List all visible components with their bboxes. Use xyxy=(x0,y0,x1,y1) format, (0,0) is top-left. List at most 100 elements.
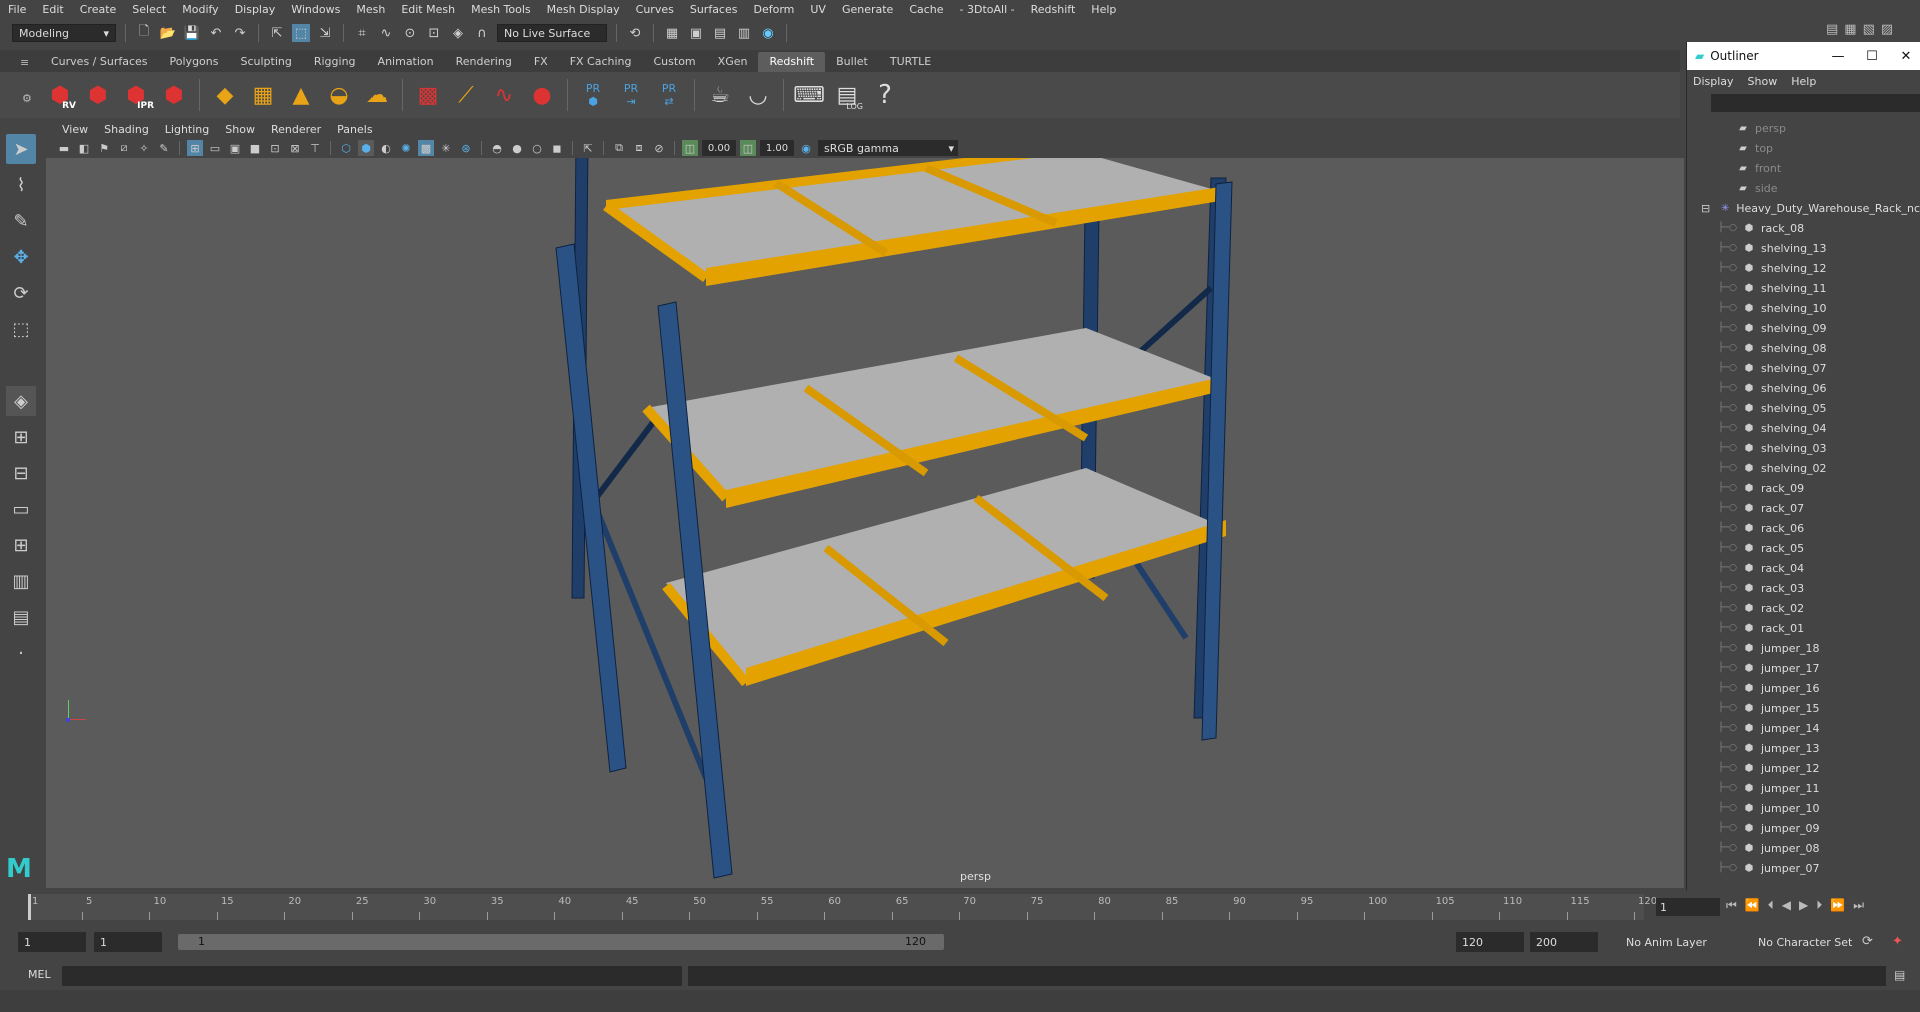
outliner-menu-item[interactable]: Show xyxy=(1748,75,1778,88)
outliner-mesh-row[interactable]: ├─○ ⬢ rack_01 xyxy=(1687,618,1920,638)
log-icon[interactable]: ▤ LOG xyxy=(831,79,863,112)
maximize-icon[interactable]: ☐ xyxy=(1858,49,1886,64)
shelf-tab[interactable]: Custom xyxy=(643,52,707,72)
motion-blur-icon[interactable]: ◓ xyxy=(489,140,505,156)
workspace-icon[interactable]: ▤ xyxy=(1826,22,1838,37)
undo-icon[interactable]: ↶ xyxy=(207,24,225,42)
outliner-mesh-row[interactable]: ├─○ ⬢ rack_04 xyxy=(1687,558,1920,578)
time-slider[interactable]: 1 5 10 15 20 25 30 35 40 45 50 55 60 65 70 75 80 85 90 95 10… xyxy=(0,890,1920,924)
modeling-toolkit-icon[interactable]: ▦ xyxy=(1844,22,1856,37)
multisample-icon[interactable]: ● xyxy=(509,140,525,156)
new-scene-icon[interactable]: 🗋 xyxy=(135,24,153,42)
menu-item[interactable]: Deform xyxy=(745,0,802,20)
outliner-mesh-row[interactable]: ├─○ ⬢ jumper_18 xyxy=(1687,638,1920,658)
field-chart-icon[interactable]: ⊡ xyxy=(267,140,283,156)
menu-item[interactable]: Mesh xyxy=(348,0,393,20)
paint-select-icon[interactable]: ✎ xyxy=(6,206,36,236)
outliner-mesh-row[interactable]: ├─○ ⬢ jumper_16 xyxy=(1687,678,1920,698)
screen-space-ao-icon[interactable]: ⊛ xyxy=(458,140,474,156)
backface-culling-icon[interactable]: ⧈ xyxy=(631,140,647,156)
shelf-tab[interactable]: Sculpting xyxy=(229,52,302,72)
wireframe-icon[interactable]: ⬡ xyxy=(338,140,354,156)
select-object-icon[interactable]: ⬚ xyxy=(292,24,310,42)
outliner-mesh-row[interactable]: ├─○ ⬢ shelving_10 xyxy=(1687,298,1920,318)
outliner-mesh-row[interactable]: ├─○ ⬢ shelving_05 xyxy=(1687,398,1920,418)
outliner-mesh-row[interactable]: ├─○ ⬢ shelving_13 xyxy=(1687,238,1920,258)
render-view-icon[interactable]: ▥ xyxy=(735,24,753,42)
menu-item[interactable]: Surfaces xyxy=(682,0,746,20)
outliner-mesh-row[interactable]: ├─○ ⬢ rack_07 xyxy=(1687,498,1920,518)
perspective-viewport[interactable]: persp xyxy=(46,158,1684,888)
smooth-shade-icon[interactable]: ⬢ xyxy=(358,140,374,156)
shelf-tab[interactable]: FX xyxy=(523,52,559,72)
wireframe-on-shaded-icon[interactable]: ◐ xyxy=(378,140,394,156)
custom-layout-icon[interactable]: ▤ xyxy=(6,602,36,632)
redshift-settings-icon[interactable]: ⬢ xyxy=(158,79,190,111)
workspace-dropdown[interactable]: Modeling ▾ xyxy=(12,24,116,42)
outliner-mesh-row[interactable]: ├─○ ⬢ shelving_06 xyxy=(1687,378,1920,398)
camera-tools-icon[interactable]: ◧ xyxy=(76,140,92,156)
outliner-menu-item[interactable]: Help xyxy=(1791,75,1816,88)
render-frame-icon[interactable]: ▣ xyxy=(687,24,705,42)
current-frame-field[interactable]: 1 xyxy=(1656,898,1720,916)
step-back-frame-icon[interactable]: ⏴ xyxy=(1768,898,1774,913)
auto-key-icon[interactable]: ⟳ xyxy=(1862,934,1873,949)
grease-pencil-icon[interactable]: ✎ xyxy=(156,140,172,156)
panel-menu-item[interactable]: Renderer xyxy=(263,123,329,136)
pr-export-icon[interactable]: PR ⬢ xyxy=(577,79,609,111)
redshift-render-view-icon[interactable]: ⬢ RV xyxy=(44,79,76,112)
menu-item[interactable]: Redshift xyxy=(1023,0,1084,20)
area-light-icon[interactable]: ◆ xyxy=(209,79,241,111)
depth-of-field-icon[interactable]: ○ xyxy=(529,140,545,156)
single-view-icon[interactable]: ◈ xyxy=(6,386,36,416)
pr-convert-icon[interactable]: PR ⇄ xyxy=(653,79,685,111)
bookmark-icon[interactable]: ⚑ xyxy=(96,140,112,156)
outliner-camera-row[interactable]: ▰ front xyxy=(1687,158,1920,178)
panel-menu-item[interactable]: View xyxy=(54,123,96,136)
resolution-gate-icon[interactable]: ▣ xyxy=(227,140,243,156)
menu-item[interactable]: UV xyxy=(802,0,834,20)
isolate-select-icon[interactable]: ◼ xyxy=(549,140,565,156)
command-input[interactable] xyxy=(62,966,682,986)
persp-graph-layout-icon[interactable]: ⊞ xyxy=(6,530,36,560)
redo-icon[interactable]: ↷ xyxy=(231,24,249,42)
panel-menu-item[interactable]: Shading xyxy=(96,123,157,136)
two-d-pan-icon[interactable]: ✧ xyxy=(136,140,152,156)
lasso-tool-icon[interactable]: ⌇ xyxy=(6,170,36,200)
gate-mask-icon[interactable]: ■ xyxy=(247,140,263,156)
outliner-mesh-row[interactable]: ├─○ ⬢ rack_08 xyxy=(1687,218,1920,238)
open-scene-icon[interactable]: 📂 xyxy=(159,24,177,42)
shelf-tab[interactable]: TURTLE xyxy=(879,52,942,72)
safe-action-icon[interactable]: ⊠ xyxy=(287,140,303,156)
snap-point-icon[interactable]: ⊙ xyxy=(401,24,419,42)
snap-view-icon[interactable]: ⊡ xyxy=(425,24,443,42)
dome-light-icon[interactable]: ◒ xyxy=(323,79,355,111)
shelf-tab[interactable]: Bullet xyxy=(825,52,879,72)
menu-item[interactable]: Generate xyxy=(834,0,901,20)
menu-item[interactable]: - 3DtoAll - xyxy=(952,0,1023,20)
menu-item[interactable]: Edit Mesh xyxy=(393,0,463,20)
go-to-end-icon[interactable]: ⏭ xyxy=(1853,898,1864,913)
shelf-tab[interactable]: XGen xyxy=(707,52,759,72)
shelf-tab[interactable]: Rigging xyxy=(303,52,367,72)
playback-start-field[interactable]: 1 xyxy=(94,932,162,952)
panel-menu-item[interactable]: Panels xyxy=(329,123,380,136)
safe-title-icon[interactable]: ⊤ xyxy=(307,140,323,156)
outliner-camera-row[interactable]: ▰ persp xyxy=(1687,118,1920,138)
outliner-mesh-row[interactable]: ├─○ ⬢ shelving_08 xyxy=(1687,338,1920,358)
outliner-mesh-row[interactable]: ├─○ ⬢ shelving_12 xyxy=(1687,258,1920,278)
outliner-mesh-row[interactable]: ├─○ ⬢ jumper_12 xyxy=(1687,758,1920,778)
animation-end-field[interactable]: 200 xyxy=(1530,932,1598,952)
anim-layer-dropdown[interactable]: No Anim Layer xyxy=(1620,932,1744,952)
layout-menu-icon[interactable]: · xyxy=(6,638,36,668)
save-scene-icon[interactable]: 💾 xyxy=(183,24,201,42)
outliner-mesh-row[interactable]: ├─○ ⬢ shelving_02 xyxy=(1687,458,1920,478)
select-hierarchy-icon[interactable]: ⇱ xyxy=(268,24,286,42)
playback-end-field[interactable]: 120 xyxy=(1456,932,1524,952)
step-forward-frame-icon[interactable]: ⏵ xyxy=(1816,898,1822,913)
select-component-icon[interactable]: ⇲ xyxy=(316,24,334,42)
go-to-start-icon[interactable]: ⏮ xyxy=(1726,898,1737,913)
collapse-icon[interactable]: ⊟ xyxy=(1701,202,1710,215)
construction-history-icon[interactable]: ⟲ xyxy=(626,24,644,42)
redshift-render-icon[interactable]: ⬢ xyxy=(82,79,114,111)
